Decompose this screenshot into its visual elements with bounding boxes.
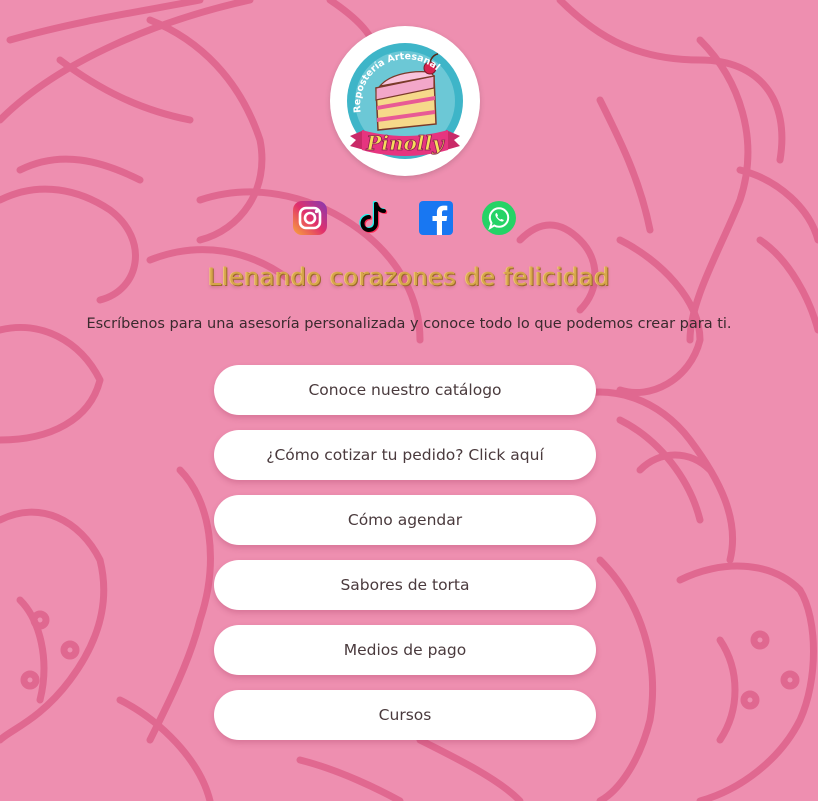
intro-text: Escríbenos para una asesoría personaliza… — [86, 316, 732, 332]
page-tagline: Llenando corazones de felicidad — [207, 263, 611, 291]
facebook-icon[interactable] — [418, 200, 454, 236]
payment-methods-link-button[interactable]: Medios de pago — [214, 625, 596, 675]
logo-brand-text: Pinolly — [365, 131, 445, 155]
link-page: Pinolly Repostería Artesanal Llenando co… — [0, 0, 818, 801]
courses-link-button[interactable]: Cursos — [214, 690, 596, 740]
social-links — [0, 200, 818, 236]
catalog-link-button[interactable]: Conoce nuestro catálogo — [214, 365, 596, 415]
link-list: Conoce nuestro catálogo ¿Cómo cotizar tu… — [214, 365, 596, 755]
logo-graphic: Pinolly Repostería Artesanal — [347, 43, 463, 159]
tiktok-icon[interactable] — [355, 200, 391, 236]
instagram-icon[interactable] — [292, 200, 328, 236]
quote-link-button[interactable]: ¿Cómo cotizar tu pedido? Click aquí — [214, 430, 596, 480]
schedule-link-button[interactable]: Cómo agendar — [214, 495, 596, 545]
whatsapp-icon[interactable] — [481, 200, 517, 236]
brand-logo[interactable]: Pinolly Repostería Artesanal — [330, 26, 480, 176]
flavors-link-button[interactable]: Sabores de torta — [214, 560, 596, 610]
